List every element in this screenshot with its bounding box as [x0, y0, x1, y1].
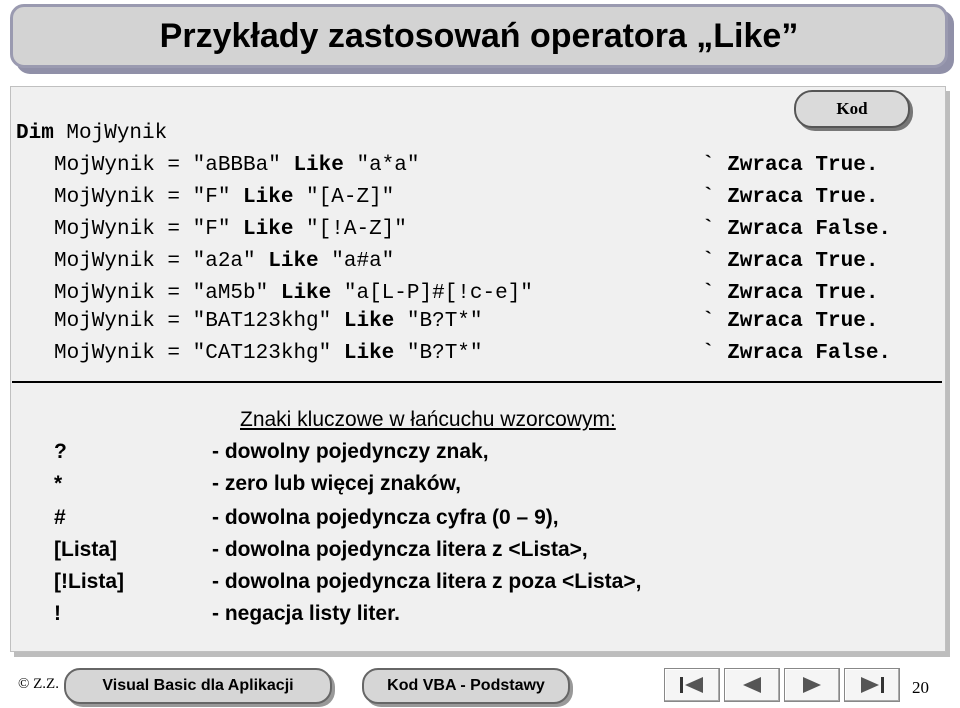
code-line: MojWynik = "a2a" Like "a#a": [54, 250, 394, 273]
code-lhs: MojWynik = "BAT123khg": [54, 310, 344, 333]
keyword-like: Like: [243, 218, 294, 241]
nav-last-button[interactable]: [844, 668, 900, 702]
keyword-like: Like: [293, 154, 344, 177]
key-symbol: [!Lista]: [54, 570, 124, 593]
prev-icon: [743, 677, 761, 693]
code-lhs: MojWynik = "aM5b": [54, 282, 281, 305]
key-description: - dowolny pojedynczy znak,: [212, 440, 489, 463]
key-description: - dowolna pojedyncza litera z poza <List…: [212, 570, 642, 593]
code-lhs: MojWynik = "aBBBa": [54, 154, 294, 177]
code-pattern: "a#a": [318, 250, 395, 273]
code-pattern: "B?T*": [394, 342, 483, 365]
code-line: MojWynik = "aBBBa" Like "a*a": [54, 154, 420, 177]
first-icon: [680, 677, 703, 693]
nav-next-button[interactable]: [784, 668, 840, 702]
code-line: MojWynik = "F" Like "[A-Z]": [54, 186, 394, 209]
code-pattern: "[A-Z]": [293, 186, 395, 209]
next-icon: [803, 677, 821, 693]
key-symbol: [Lista]: [54, 538, 117, 561]
slide-title-box: Przykłady zastosowań operatora „Like”: [10, 4, 948, 68]
keyword-like: Like: [243, 186, 294, 209]
declaration-rest: MojWynik: [53, 122, 168, 145]
keyword-like: Like: [343, 310, 395, 333]
code-result-comment: ` Zwraca False.: [702, 342, 892, 365]
nav-prev-button[interactable]: [724, 668, 780, 702]
keyword-dim: Dim: [16, 122, 54, 145]
code-result-comment: ` Zwraca True.: [702, 310, 879, 333]
code-result-comment: ` Zwraca True.: [702, 282, 879, 305]
code-lhs: MojWynik = "a2a": [54, 250, 269, 273]
code-pattern: "a*a": [343, 154, 420, 177]
code-lhs: MojWynik = "F": [54, 218, 244, 241]
slide-title: Przykłady zastosowań operatora „Like”: [159, 17, 799, 55]
vba-basics-button[interactable]: Kod VBA - Podstawy: [362, 668, 570, 704]
key-description: - dowolna pojedyncza cyfra (0 – 9),: [212, 506, 559, 529]
key-symbol: ?: [54, 440, 67, 463]
keyword-like: Like: [268, 250, 319, 273]
code-pattern: "a[L-P]#[!c-e]": [331, 282, 533, 305]
code-result-comment: ` Zwraca True.: [702, 250, 879, 273]
vba-course-button[interactable]: Visual Basic dla Aplikacji: [64, 668, 332, 704]
code-pattern: "[!A-Z]": [293, 218, 407, 241]
code-result-comment: ` Zwraca True.: [702, 154, 879, 177]
last-icon: [861, 677, 884, 693]
code-lhs: MojWynik = "CAT123khg": [54, 342, 344, 365]
key-description: - zero lub więcej znaków,: [212, 472, 461, 495]
divider: [12, 381, 942, 383]
keyword-like: Like: [280, 282, 332, 305]
copyright: © Z.Z.: [18, 676, 59, 692]
code-result-comment: ` Zwraca False.: [702, 218, 892, 241]
key-description: - dowolna pojedyncza litera z <Lista>,: [212, 538, 588, 561]
keyword-like: Like: [343, 342, 395, 365]
keys-title: Znaki kluczowe w łańcuchu wzorcowym:: [240, 408, 616, 431]
nav-first-button[interactable]: [664, 668, 720, 702]
code-declaration: Dim MojWynik: [16, 122, 167, 145]
code-line: MojWynik = "F" Like "[!A-Z]": [54, 218, 407, 241]
page-number: 20: [912, 678, 929, 697]
key-description: - negacja listy liter.: [212, 602, 400, 625]
code-result-comment: ` Zwraca True.: [702, 186, 879, 209]
code-line: MojWynik = "aM5b" Like "a[L-P]#[!c-e]": [54, 282, 533, 305]
code-line: MojWynik = "CAT123khg" Like "B?T*": [54, 342, 483, 365]
key-symbol: #: [54, 506, 66, 529]
kod-badge: Kod: [794, 90, 910, 128]
code-lhs: MojWynik = "F": [54, 186, 244, 209]
key-symbol: !: [54, 602, 61, 625]
key-symbol: *: [54, 472, 63, 495]
code-pattern: "B?T*": [394, 310, 483, 333]
code-line: MojWynik = "BAT123khg" Like "B?T*": [54, 310, 483, 333]
